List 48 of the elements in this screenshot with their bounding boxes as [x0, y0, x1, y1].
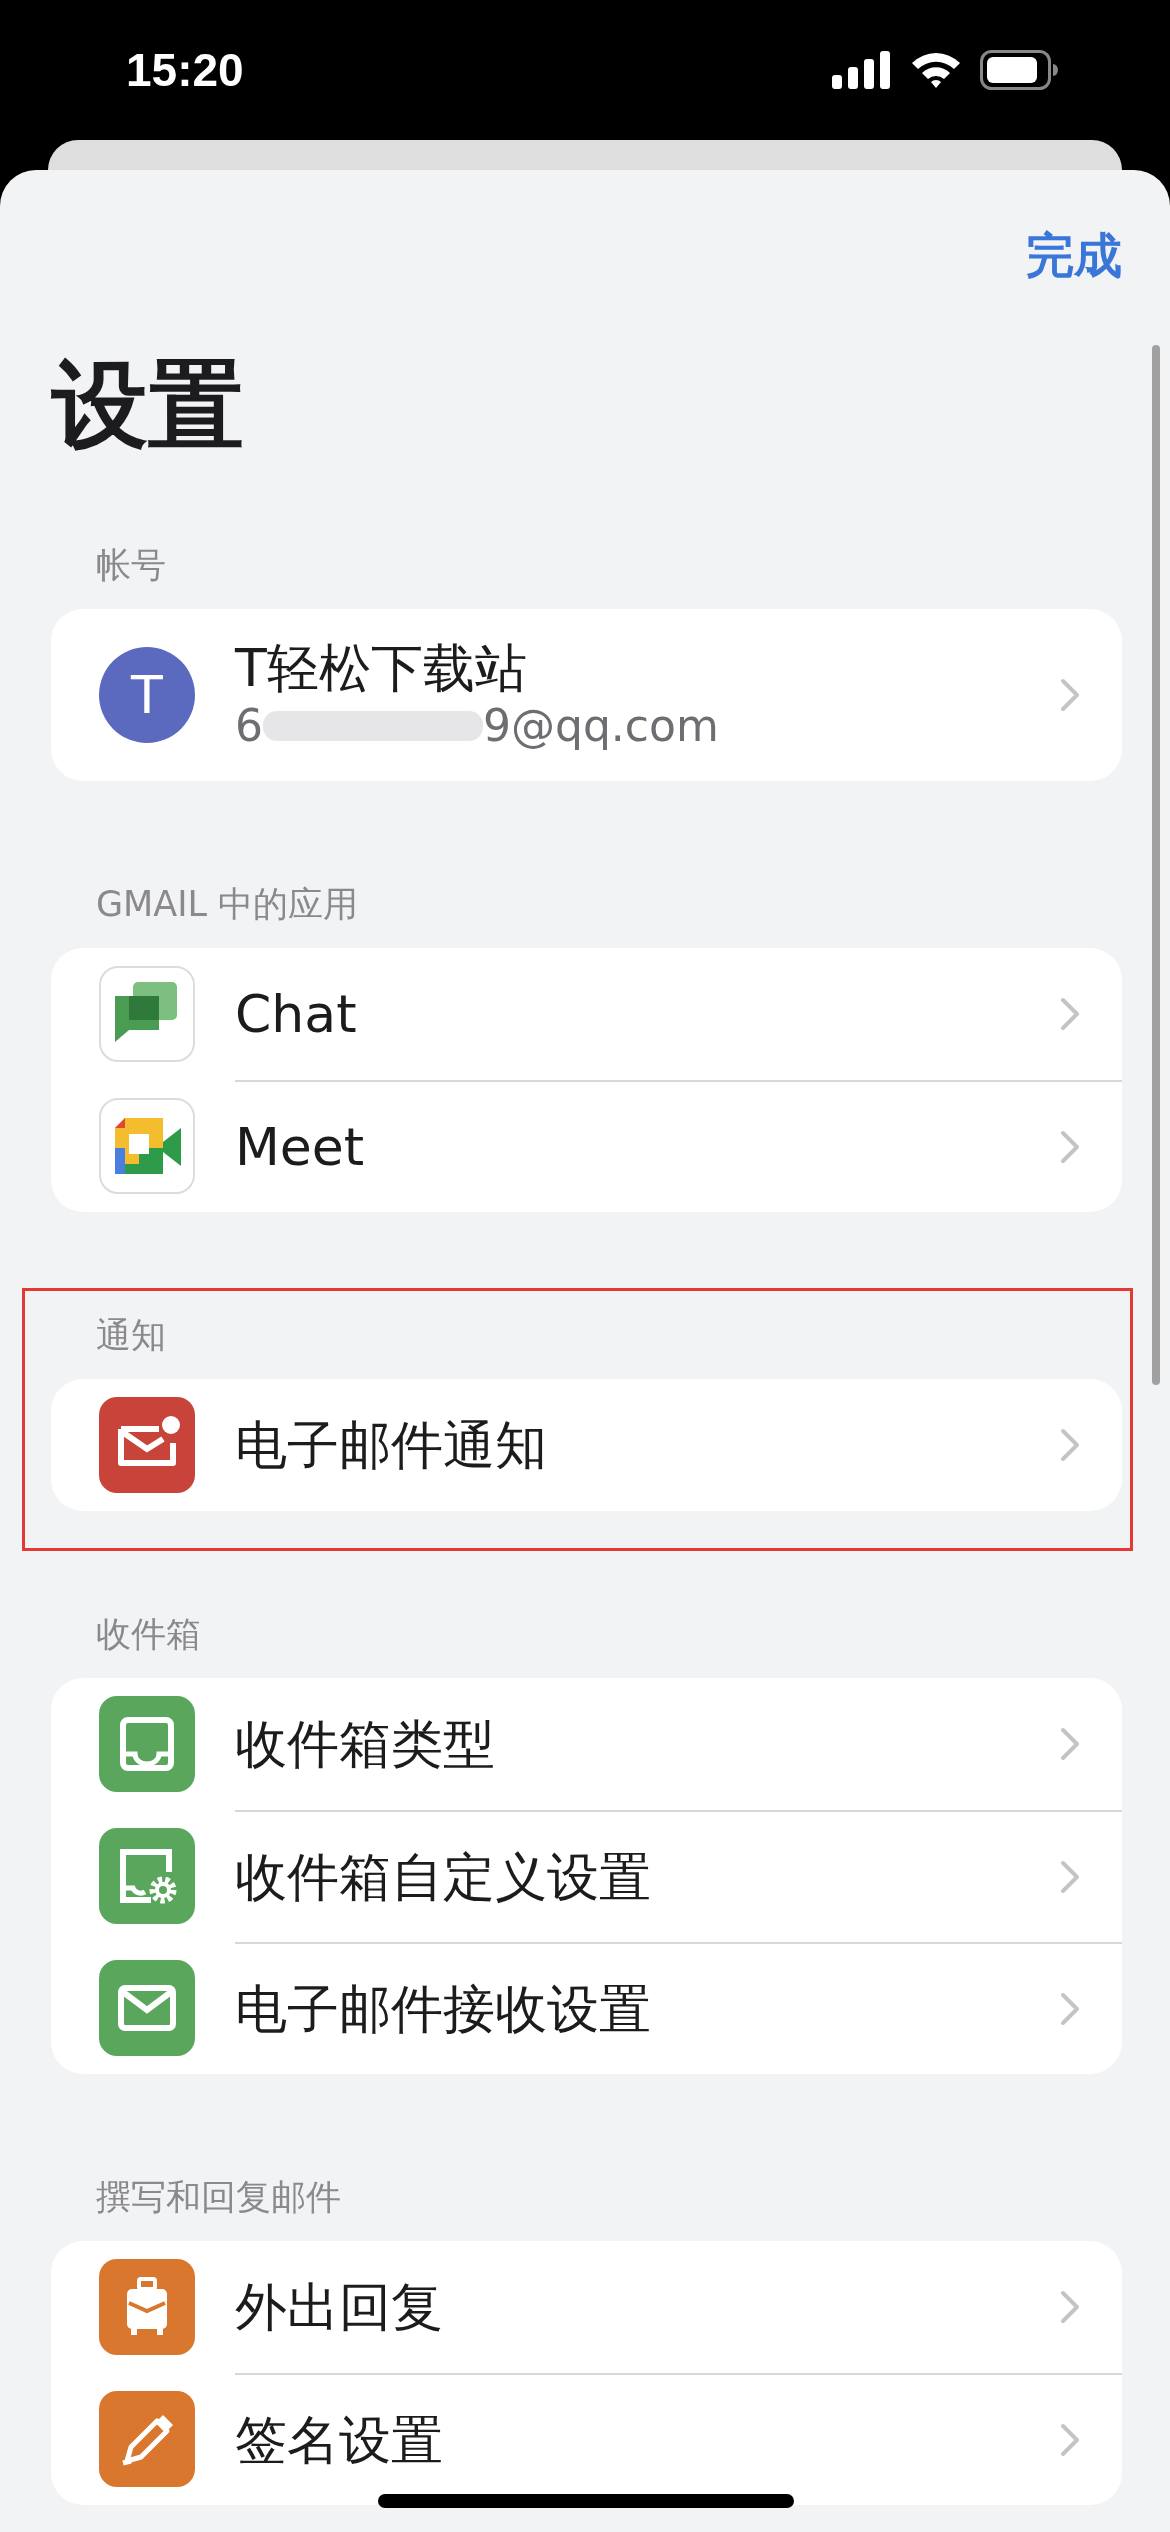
section-header: 收件箱: [95, 1613, 202, 1656]
section-header: GMAIL 中的应用: [95, 883, 360, 926]
settings-row[interactable]: 收件箱自定义设置: [51, 1810, 1122, 1942]
section-header: 通知: [95, 1314, 167, 1357]
mail-icon: [99, 1960, 195, 2056]
email-start: 6: [235, 699, 263, 753]
row-label: 签名设置: [235, 2409, 443, 2471]
chevron-icon: [1060, 2423, 1080, 2457]
status-time: 15:20: [126, 43, 244, 97]
row-label: 外出回复: [235, 2276, 443, 2338]
row-label: Meet: [235, 1116, 365, 1178]
suitcase-icon: [99, 2259, 195, 2355]
settings-row[interactable]: 收件箱类型: [51, 1678, 1122, 1810]
section-header: 撰写和回复邮件: [95, 2176, 342, 2219]
row-label: 收件箱自定义设置: [235, 1846, 651, 1908]
email-end: 9@qq.com: [483, 699, 719, 753]
pen-icon: [99, 2391, 195, 2487]
chevron-icon: [1060, 1428, 1080, 1462]
account-name: T轻松下载站: [235, 637, 528, 699]
video-camera-icon: [99, 1098, 195, 1194]
chevron-icon: [1060, 1860, 1080, 1894]
chevron-icon: [1060, 1992, 1080, 2026]
settings-row[interactable]: Meet: [51, 1080, 1122, 1212]
chevron-icon: [1060, 997, 1080, 1031]
chevron-icon: [1060, 1727, 1080, 1761]
inbox-gear-icon: [99, 1828, 195, 1924]
account-row[interactable]: T T轻松下载站 6 9@qq.com: [51, 609, 1122, 781]
settings-row[interactable]: 电子邮件通知: [51, 1379, 1122, 1511]
chevron-icon: [1060, 2290, 1080, 2324]
settings-row[interactable]: Chat: [51, 948, 1122, 1080]
wifi-icon: [910, 51, 962, 89]
row-label: Chat: [235, 983, 357, 1045]
done-button[interactable]: 完成: [1026, 225, 1122, 285]
row-label: 电子邮件通知: [235, 1414, 547, 1476]
settings-row[interactable]: 外出回复: [51, 2241, 1122, 2373]
row-label: 收件箱类型: [235, 1713, 495, 1775]
section-header: 帐号: [95, 544, 167, 587]
signal-icon: [832, 51, 892, 89]
settings-row[interactable]: 电子邮件接收设置: [51, 1942, 1122, 2074]
inbox-tray-icon: [99, 1696, 195, 1792]
battery-icon: [980, 50, 1058, 90]
page-title: 设置: [52, 348, 245, 463]
mail-icon: [99, 1397, 195, 1493]
row-label: 电子邮件接收设置: [235, 1978, 651, 2040]
chevron-icon: [1060, 678, 1080, 712]
chevron-icon: [1060, 1130, 1080, 1164]
avatar: T: [99, 647, 195, 743]
chat-bubbles-icon: [99, 966, 195, 1062]
